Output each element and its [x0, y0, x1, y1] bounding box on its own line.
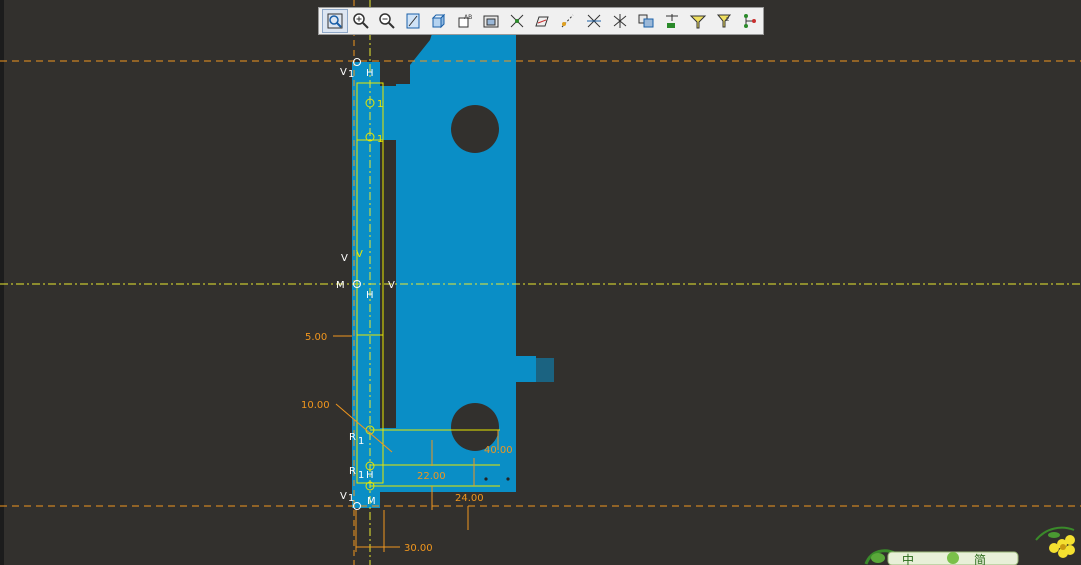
dimension-30[interactable]: 30.00: [404, 543, 433, 554]
ime-simplified[interactable]: 简: [974, 553, 986, 565]
fit-all-icon: [327, 13, 343, 29]
view-mode-button[interactable]: [426, 9, 452, 33]
constraint-h-mid: H: [366, 290, 374, 301]
constraint-h-low: H: [366, 470, 374, 481]
constraint-one-d: 1: [358, 470, 364, 481]
auto-constraint-icon: [638, 14, 654, 28]
ime-toolbar: 中 简: [864, 526, 1075, 565]
constraint-one-c: 1: [358, 436, 364, 447]
normal-view-button[interactable]: [400, 9, 426, 33]
sketch-canvas[interactable]: 5.00 10.00 40.00 22.00 24.00 30.00 V 1 H…: [0, 0, 1081, 565]
constraint-v-mid: V: [341, 253, 348, 264]
flower-icon: [1049, 535, 1075, 558]
constraint-one-top: 1: [348, 69, 354, 80]
render-style-icon: AB: [458, 14, 472, 28]
dimension-5[interactable]: 5.00: [305, 332, 327, 343]
geometric-constraints-button[interactable]: [581, 9, 607, 33]
cut-part-button[interactable]: [478, 9, 504, 33]
bottom-hole[interactable]: [451, 403, 499, 451]
fit-all-button[interactable]: [322, 9, 348, 33]
view-mode-icon: [431, 13, 445, 29]
constraint-one-b: 1: [377, 134, 383, 145]
svg-text:z: z: [726, 16, 729, 23]
cut-part-icon: [483, 15, 499, 28]
auto-constraint-button[interactable]: [633, 9, 659, 33]
dimension-22[interactable]: 22.00: [417, 471, 446, 482]
edit-multi-constraint-button[interactable]: [685, 9, 711, 33]
ime-language[interactable]: 中: [902, 552, 914, 565]
constraint-v-mid-axis: V: [356, 249, 363, 260]
construction-element-button[interactable]: [555, 9, 581, 33]
point-marker: [506, 477, 510, 481]
dimensional-constraints-icon: [613, 14, 627, 28]
leaf-icon: [871, 553, 885, 563]
constraint-r-1: R: [349, 432, 356, 443]
animate-constraint-button[interactable]: [659, 9, 685, 33]
dimensional-constraints-button[interactable]: [607, 9, 633, 33]
zoom-in-icon: [353, 13, 369, 29]
connect-icon: [743, 14, 756, 28]
constraint-v-top: V: [340, 67, 347, 78]
constraint-v-right: V: [388, 280, 395, 291]
construction-element-icon: [562, 14, 574, 28]
top-hole[interactable]: [451, 105, 499, 153]
sketch-solving-status-icon: [510, 14, 523, 28]
constraint-h-top: H: [366, 68, 374, 79]
constraint-r-2: R: [349, 466, 356, 477]
point-marker: [484, 477, 488, 481]
constraint-m-mid: M: [336, 280, 345, 291]
zoom-out-icon: [379, 13, 395, 29]
ime-mode-icon[interactable]: [947, 552, 959, 564]
viewport-border: [0, 0, 4, 565]
dimension-24[interactable]: 24.00: [455, 493, 484, 504]
sketch-analysis-icon: [535, 16, 550, 27]
dimension-40[interactable]: 40.00: [484, 445, 513, 456]
show-hide-icon: z: [716, 14, 732, 28]
connect-button[interactable]: [737, 9, 763, 33]
edit-multi-constraint-icon: [689, 15, 707, 29]
leaf-icon: [1048, 532, 1060, 538]
sketch-analysis-button[interactable]: [530, 9, 556, 33]
sketch-solving-status-button[interactable]: [504, 9, 530, 33]
show-hide-button[interactable]: z: [711, 9, 737, 33]
view-toolbar: AB z: [318, 7, 764, 35]
render-style-button[interactable]: AB: [452, 9, 478, 33]
zoom-in-button[interactable]: [348, 9, 374, 33]
svg-text:AB: AB: [464, 14, 472, 21]
constraint-one-a: 1: [377, 99, 383, 110]
dimension-10[interactable]: 10.00: [301, 400, 330, 411]
geometric-constraints-icon: [587, 14, 602, 28]
constraint-v-bottom: V: [340, 491, 347, 502]
constraint-m-bottom: M: [367, 496, 376, 507]
constraint-one-bottom: 1: [348, 493, 354, 504]
normal-view-icon: [406, 13, 420, 29]
zoom-out-button[interactable]: [374, 9, 400, 33]
animate-constraint-icon: [666, 14, 679, 28]
